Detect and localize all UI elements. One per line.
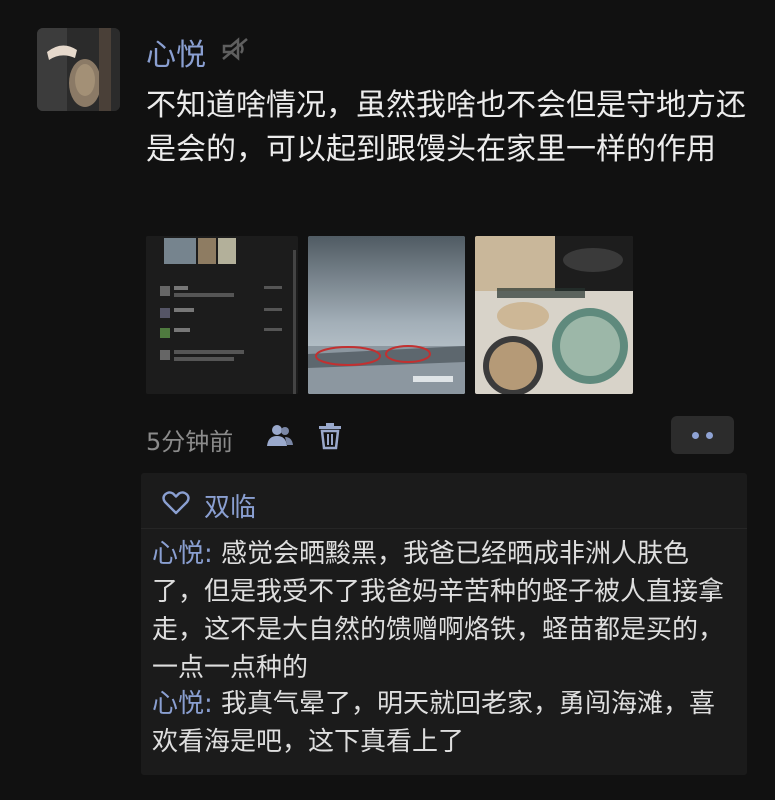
chat-screenshot-thumbnail — [146, 236, 298, 394]
visibility-users-icon[interactable] — [265, 421, 295, 451]
heart-icon — [162, 491, 190, 515]
delete-trash-icon[interactable] — [315, 421, 345, 451]
clam-collage-thumbnail — [475, 236, 633, 394]
post-author-name[interactable]: 心悦 — [146, 30, 206, 74]
likes-and-comments-panel: 双临 心悦: 感觉会晒黢黑，我爸已经晒成非洲人肤色了，但是我受不了我爸妈辛苦种的… — [141, 473, 747, 775]
post-timestamp: 5分钟前 — [146, 428, 234, 456]
comment-separator: : — [204, 539, 222, 569]
post-image-3[interactable] — [475, 236, 633, 394]
author-avatar[interactable] — [37, 28, 120, 111]
likes-divider — [141, 528, 747, 529]
comment-item[interactable]: 心悦: 感觉会晒黢黑，我爸已经晒成非洲人肤色了，但是我受不了我爸妈辛苦种的蛏子被… — [152, 535, 737, 687]
comment-item[interactable]: 心悦: 我真气晕了，明天就回老家，勇闯海滩，喜欢看海是吧，这下真看上了 — [152, 685, 737, 761]
post-content-text: 不知道啥情况，虽然我啥也不会但是守地方还是会的，可以起到跟馒头在家里一样的作用 — [146, 88, 746, 167]
comment-author[interactable]: 心悦 — [152, 689, 204, 719]
mute-notification-icon — [222, 37, 248, 61]
comment-separator: : — [204, 689, 222, 719]
more-dot-icon — [706, 432, 713, 439]
comment-text: 感觉会晒黢黑，我爸已经晒成非洲人肤色了，但是我受不了我爸妈辛苦种的蛏子被人直接拿… — [152, 539, 725, 683]
sea-photo-thumbnail — [308, 236, 465, 394]
avatar-photo — [37, 28, 120, 111]
more-dot-icon — [692, 432, 699, 439]
comment-text: 我真气晕了，明天就回老家，勇闯海滩，喜欢看海是吧，这下真看上了 — [152, 689, 716, 757]
more-actions-button[interactable] — [671, 416, 734, 454]
comment-author[interactable]: 心悦 — [152, 539, 204, 569]
liker-name[interactable]: 双临 — [204, 487, 256, 524]
post-image-2[interactable] — [308, 236, 465, 394]
post-image-1[interactable] — [146, 236, 298, 394]
